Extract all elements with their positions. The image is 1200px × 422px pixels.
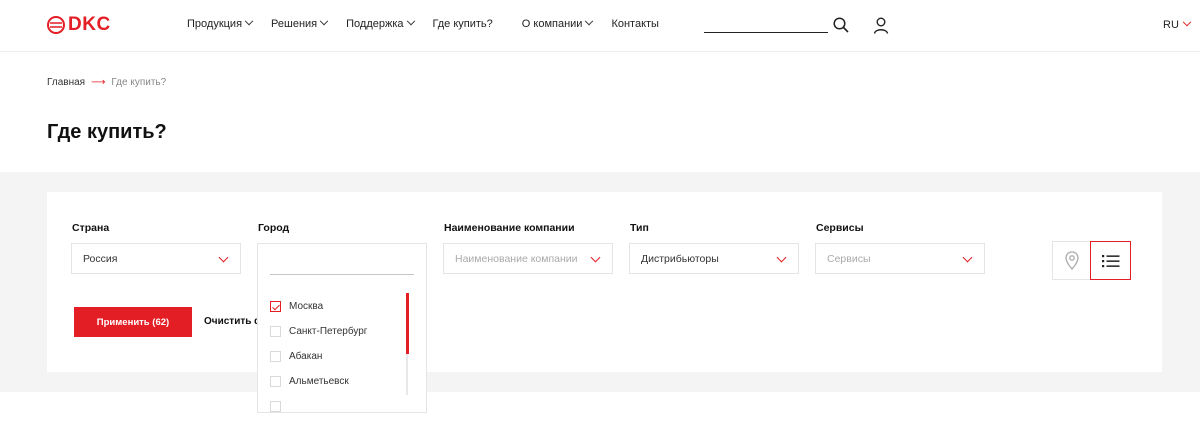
- city-search-input[interactable]: [270, 259, 414, 275]
- chevron-down-icon: [585, 16, 594, 26]
- nav-item-label: Контакты: [611, 18, 659, 30]
- chevron-down-icon: [406, 16, 415, 26]
- city-option-label: Санкт-Петербург: [289, 326, 368, 337]
- breadcrumb-arrow-icon: ⟶: [91, 77, 106, 88]
- nav-item-label: Поддержка: [346, 18, 404, 30]
- city-option-label: Альметьевск: [289, 376, 349, 387]
- checkbox-checked[interactable]: [270, 301, 281, 312]
- page-title: Где купить?: [47, 121, 167, 143]
- city-option-abakan[interactable]: Абакан: [270, 344, 408, 369]
- city-dropdown: Москва Санкт-Петербург Абакан Альметьевс…: [257, 243, 427, 413]
- chevron-down-icon: [962, 252, 973, 263]
- country-select[interactable]: Россия: [71, 243, 241, 274]
- city-option-label: Москва: [289, 301, 324, 312]
- breadcrumb-home[interactable]: Главная: [47, 77, 85, 88]
- nav-item-label: Продукция: [187, 18, 243, 30]
- clear-filters-button[interactable]: Очистить ф: [204, 316, 263, 327]
- city-option-almetyevsk[interactable]: Альметьевск: [270, 369, 408, 394]
- city-option-label: Абакан: [289, 351, 323, 362]
- chevron-down-icon: [319, 16, 329, 26]
- company-placeholder: Наименование компании: [455, 252, 578, 265]
- nav-item-support[interactable]: Поддержка: [346, 16, 415, 30]
- city-scrollbar-thumb[interactable]: [406, 293, 409, 354]
- services-select[interactable]: Сервисы: [815, 243, 985, 274]
- search-underline: [704, 32, 828, 33]
- checkbox[interactable]: [270, 351, 281, 362]
- city-option-moscow[interactable]: Москва: [270, 294, 408, 319]
- type-value: Дистрибьюторы: [641, 252, 719, 265]
- list-icon: [1101, 254, 1119, 267]
- map-view-button[interactable]: [1052, 241, 1091, 280]
- language-selector[interactable]: RU: [1163, 17, 1192, 31]
- city-label: Город: [258, 222, 290, 234]
- logo-icon: [47, 16, 65, 34]
- checkbox[interactable]: [270, 401, 281, 412]
- search-icon[interactable]: [833, 17, 849, 33]
- language-label: RU: [1163, 19, 1179, 31]
- country-label: Страна: [72, 222, 110, 234]
- chevron-down-icon: [244, 16, 254, 26]
- breadcrumb-current: Где купить?: [111, 77, 167, 88]
- main-nav: Продукция Решения Поддержка Где купить? …: [187, 16, 678, 30]
- nav-item-label: О компании: [521, 18, 583, 30]
- logo[interactable]: DKC: [47, 15, 111, 35]
- search-input[interactable]: [704, 16, 828, 32]
- user-icon[interactable]: [873, 17, 889, 34]
- apply-button[interactable]: Применить (62): [74, 307, 192, 337]
- company-select[interactable]: Наименование компании: [443, 243, 613, 274]
- nav-item-label: Решения: [271, 18, 318, 30]
- chevron-down-icon: [776, 252, 787, 263]
- list-view-button[interactable]: [1090, 241, 1131, 280]
- nav-item-solutions[interactable]: Решения: [271, 16, 329, 30]
- services-label: Сервисы: [816, 222, 864, 234]
- type-label: Тип: [630, 222, 649, 234]
- city-option-partial[interactable]: [270, 394, 408, 412]
- checkbox[interactable]: [270, 376, 281, 387]
- breadcrumb: Главная ⟶ Где купить?: [47, 77, 166, 88]
- country-value: Россия: [83, 252, 118, 265]
- city-list: Москва Санкт-Петербург Абакан Альметьевс…: [270, 294, 408, 412]
- nav-item-where-to-buy[interactable]: Где купить?: [433, 18, 493, 30]
- type-select[interactable]: Дистрибьюторы: [629, 243, 799, 274]
- logo-text: DKC: [68, 14, 111, 35]
- filter-panel: [47, 192, 1162, 372]
- map-pin-icon: [1064, 251, 1079, 270]
- site-header: DKC Продукция Решения Поддержка Где купи…: [0, 0, 1200, 52]
- chevron-down-icon: [1182, 17, 1192, 27]
- nav-item-about[interactable]: О компании: [521, 16, 594, 30]
- chevron-down-icon: [218, 252, 229, 263]
- company-label: Наименование компании: [444, 222, 575, 234]
- nav-item-products[interactable]: Продукция: [187, 16, 254, 30]
- checkbox[interactable]: [270, 326, 281, 337]
- chevron-down-icon: [590, 252, 601, 263]
- city-option-saint-petersburg[interactable]: Санкт-Петербург: [270, 319, 408, 344]
- nav-item-label: Где купить?: [432, 18, 493, 30]
- services-placeholder: Сервисы: [827, 252, 871, 265]
- nav-item-contacts[interactable]: Контакты: [611, 18, 659, 30]
